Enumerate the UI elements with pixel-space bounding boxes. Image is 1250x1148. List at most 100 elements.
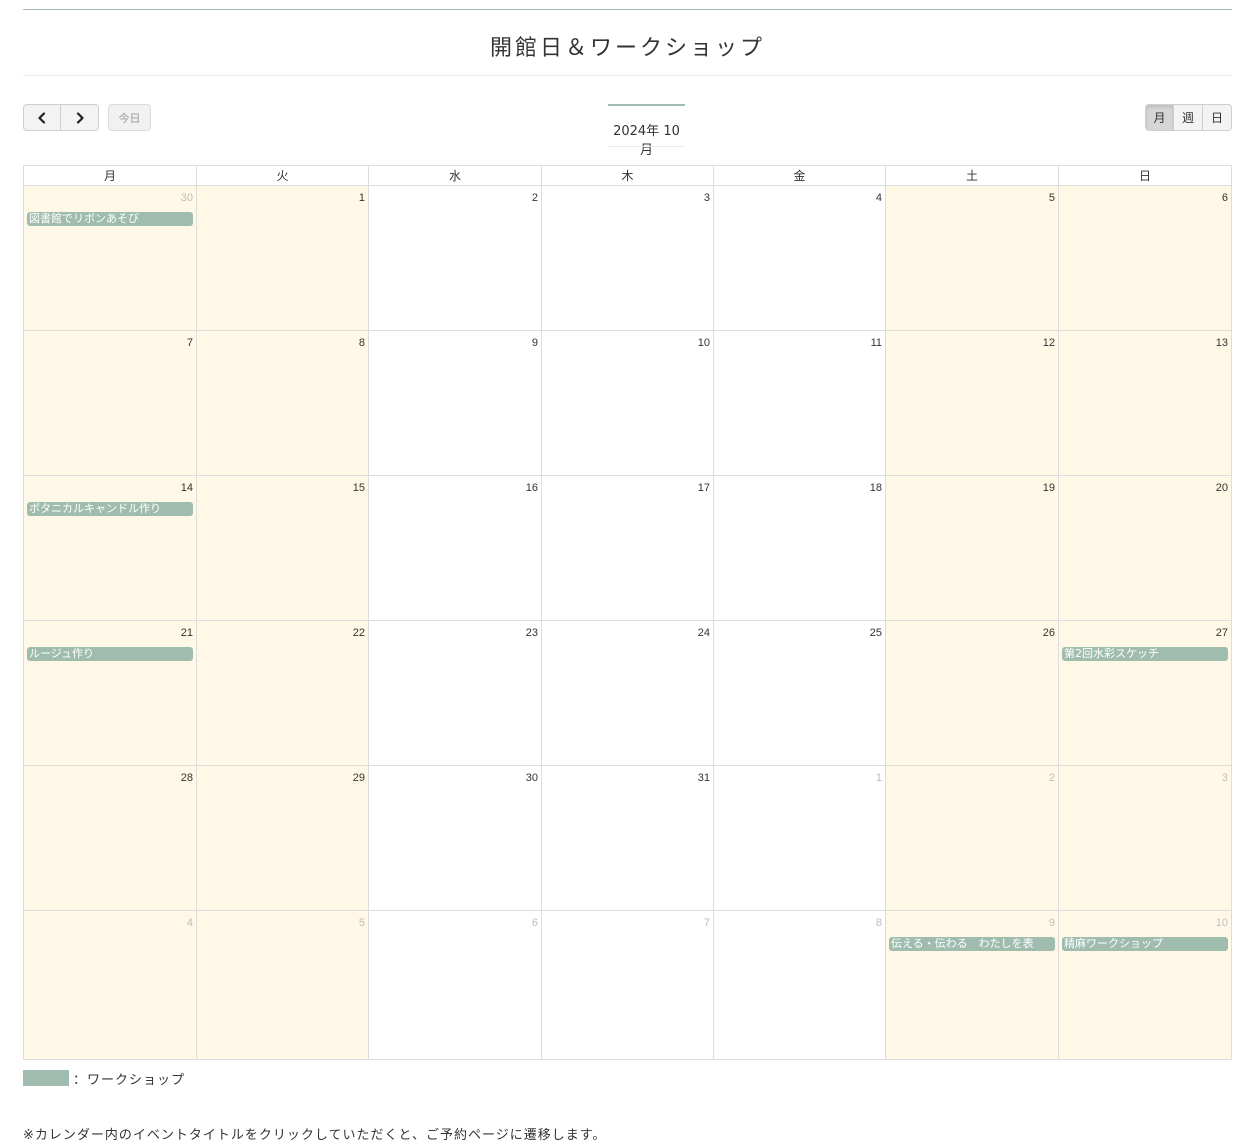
chevron-right-icon [76,111,84,124]
event-link[interactable]: 図書館でリボンあそび [27,212,193,226]
day-cell[interactable]: 23 [369,621,542,766]
day-cell[interactable]: 22 [197,621,369,766]
day-cell[interactable]: 11 [714,331,886,476]
week-row: 30 図書館でリボンあそび 1 2 3 4 5 6 [24,186,1231,331]
weekday-header: 木 [542,166,714,185]
day-cell[interactable]: 31 [542,766,714,911]
day-cell[interactable]: 14 ボタニカルキャンドル作り [24,476,197,621]
day-cell[interactable]: 6 [1059,186,1231,331]
day-cell[interactable]: 15 [197,476,369,621]
day-number: 7 [703,917,710,929]
legend-swatch [23,1070,69,1086]
day-cell[interactable]: 5 [197,911,369,1059]
day-cell[interactable]: 25 [714,621,886,766]
day-number: 11 [870,337,882,349]
prev-month-button[interactable] [23,104,61,131]
day-number: 26 [1042,627,1055,639]
day-cell[interactable]: 8 [197,331,369,476]
day-cell[interactable]: 10 [542,331,714,476]
day-number: 3 [703,192,710,204]
day-cell[interactable]: 28 [24,766,197,911]
weekday-header: 日 [1138,169,1151,183]
day-cell[interactable]: 27 第2回水彩スケッチ [1059,621,1231,766]
week-row: 4 5 6 7 8 9 伝える・伝わる わたしを表 10 精麻ワークショップ [24,911,1231,1059]
day-number: 19 [1042,482,1055,494]
nav-button-group [23,104,99,131]
day-cell[interactable]: 7 [24,331,197,476]
weekday-header: 水 [369,166,542,185]
day-cell[interactable]: 2 [886,766,1059,911]
weekday-header: 火 [197,166,369,185]
event-link[interactable]: 伝える・伝わる わたしを表 [889,937,1055,951]
month-label-block: 2024年 10月 [608,104,685,158]
day-cell[interactable]: 4 [24,911,197,1059]
day-cell[interactable]: 29 [197,766,369,911]
event-link[interactable]: ボタニカルキャンドル作り [27,502,193,516]
view-day-button[interactable]: 日 [1203,104,1232,131]
day-number: 4 [875,192,882,204]
calendar-toolbar: 今日 2024年 10月 月 週 日 [23,104,1232,158]
day-cell[interactable]: 16 [369,476,542,621]
day-number: 30 [180,192,193,204]
day-cell[interactable]: 24 [542,621,714,766]
day-number: 2 [1048,772,1055,784]
day-cell[interactable]: 12 [886,331,1059,476]
week-row: 21 ルージュ作り 22 23 24 25 26 27 第2回水彩スケッチ [24,621,1231,766]
day-number: 7 [186,337,193,349]
day-cell[interactable]: 30 [369,766,542,911]
day-number: 20 [1215,482,1228,494]
next-month-button[interactable] [61,104,99,131]
day-cell[interactable]: 19 [886,476,1059,621]
day-cell[interactable]: 3 [542,186,714,331]
day-number: 10 [1215,917,1228,929]
day-cell[interactable]: 20 [1059,476,1231,621]
day-number: 5 [1048,192,1055,204]
day-cell[interactable]: 13 [1059,331,1231,476]
day-number: 10 [697,337,710,349]
event-link[interactable]: 精麻ワークショップ [1062,937,1228,951]
day-cell[interactable]: 26 [886,621,1059,766]
day-number: 5 [358,917,365,929]
day-cell[interactable]: 4 [714,186,886,331]
day-number: 22 [352,627,365,639]
view-month-button[interactable]: 月 [1145,104,1174,131]
day-cell[interactable]: 21 ルージュ作り [24,621,197,766]
day-number: 16 [525,482,538,494]
month-calendar: 月火水木金土日 30 図書館でリボンあそび 1 2 3 4 5 6 7 8 9 10 11 12 13 14 ボ… [23,165,1232,1060]
today-button[interactable]: 今日 [108,104,151,131]
day-cell[interactable]: 10 精麻ワークショップ [1059,911,1231,1059]
day-number: 13 [1215,337,1228,349]
day-number: 4 [186,917,193,929]
weekday-header: 土 [886,166,1059,185]
day-cell[interactable]: 9 [369,331,542,476]
day-cell[interactable]: 5 [886,186,1059,331]
day-cell[interactable]: 7 [542,911,714,1059]
top-rule [23,9,1232,10]
event-link[interactable]: 第2回水彩スケッチ [1062,647,1228,661]
day-number: 9 [531,337,538,349]
day-cell[interactable]: 17 [542,476,714,621]
day-number: 8 [875,917,882,929]
day-cell[interactable]: 3 [1059,766,1231,911]
month-rule-bottom [608,146,685,147]
view-week-button[interactable]: 週 [1174,104,1203,131]
day-number: 23 [525,627,538,639]
day-number: 6 [531,917,538,929]
weekday-header: 月 [24,166,197,185]
day-cell[interactable]: 8 [714,911,886,1059]
day-number: 6 [1221,192,1228,204]
event-link[interactable]: ルージュ作り [27,647,193,661]
day-cell[interactable]: 1 [714,766,886,911]
day-number: 18 [869,482,882,494]
day-cell[interactable]: 6 [369,911,542,1059]
day-cell[interactable]: 2 [369,186,542,331]
day-cell[interactable]: 18 [714,476,886,621]
day-number: 8 [358,337,365,349]
day-number: 17 [697,482,710,494]
weekday-header-row: 月火水木金土 日 [24,166,1231,186]
day-number: 3 [1221,772,1228,784]
day-cell[interactable]: 30 図書館でリボンあそび [24,186,197,331]
day-cell[interactable]: 1 [197,186,369,331]
day-cell[interactable]: 9 伝える・伝わる わたしを表 [886,911,1059,1059]
day-number: 12 [1042,337,1055,349]
